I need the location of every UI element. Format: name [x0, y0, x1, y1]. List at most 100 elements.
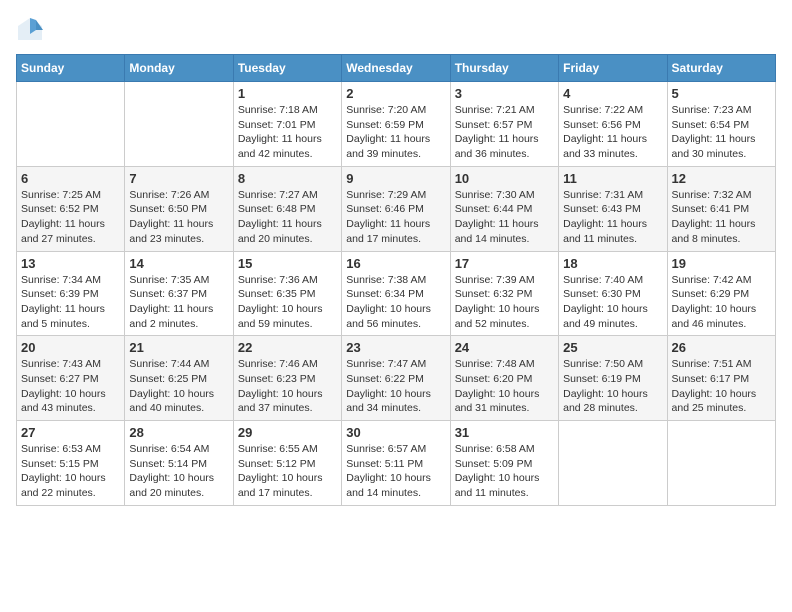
- calendar-cell: 28 Sunrise: 6:54 AM Sunset: 5:14 PM Dayli…: [125, 421, 233, 506]
- day-info: Sunrise: 7:50 AM Sunset: 6:19 PM Dayligh…: [563, 357, 662, 416]
- day-number: 22: [238, 340, 337, 355]
- day-number: 5: [672, 86, 771, 101]
- day-info: Sunrise: 7:26 AM Sunset: 6:50 PM Dayligh…: [129, 188, 228, 247]
- calendar-cell: 23Sunrise: 7:47 AM Sunset: 6:22 PM Dayli…: [342, 336, 450, 421]
- calendar-cell: 1 Sunrise: 7:18 AM Sunset: 7:01 PM Daylig…: [233, 82, 341, 167]
- day-info: Sunrise: 7:27 AM Sunset: 6:48 PM Dayligh…: [238, 188, 337, 247]
- day-number: 3: [455, 86, 554, 101]
- calendar-week-row: 13 Sunrise: 7:34 AM Sunset: 6:39 PM Dayli…: [17, 251, 776, 336]
- day-number: 20: [21, 340, 120, 355]
- day-number: 21: [129, 340, 228, 355]
- calendar-cell: 26Sunrise: 7:51 AM Sunset: 6:17 PM Dayli…: [667, 336, 775, 421]
- calendar-cell: 6 Sunrise: 7:25 AM Sunset: 6:52 PM Daylig…: [17, 166, 125, 251]
- weekday-header: Tuesday: [233, 55, 341, 82]
- calendar-cell: 5 Sunrise: 7:23 AM Sunset: 6:54 PM Daylig…: [667, 82, 775, 167]
- day-number: 17: [455, 256, 554, 271]
- day-number: 13: [21, 256, 120, 271]
- weekday-header: Thursday: [450, 55, 558, 82]
- weekday-header-row: SundayMondayTuesdayWednesdayThursdayFrid…: [17, 55, 776, 82]
- calendar-cell: 15 Sunrise: 7:36 AM Sunset: 6:35 PM Dayli…: [233, 251, 341, 336]
- calendar-cell: 17 Sunrise: 7:39 AM Sunset: 6:32 PM Dayli…: [450, 251, 558, 336]
- calendar-week-row: 27Sunrise: 6:53 AM Sunset: 5:15 PM Dayli…: [17, 421, 776, 506]
- day-number: 31: [455, 425, 554, 440]
- calendar-cell: [125, 82, 233, 167]
- day-number: 4: [563, 86, 662, 101]
- weekday-header: Wednesday: [342, 55, 450, 82]
- day-info: Sunrise: 7:23 AM Sunset: 6:54 PM Dayligh…: [672, 103, 771, 162]
- logo-icon: [16, 16, 44, 44]
- calendar-cell: 25 Sunrise: 7:50 AM Sunset: 6:19 PM Dayli…: [559, 336, 667, 421]
- day-number: 7: [129, 171, 228, 186]
- day-info: Sunrise: 7:34 AM Sunset: 6:39 PM Dayligh…: [21, 273, 120, 332]
- day-info: Sunrise: 7:35 AM Sunset: 6:37 PM Dayligh…: [129, 273, 228, 332]
- calendar-cell: 7 Sunrise: 7:26 AM Sunset: 6:50 PM Daylig…: [125, 166, 233, 251]
- day-info: Sunrise: 7:29 AM Sunset: 6:46 PM Dayligh…: [346, 188, 445, 247]
- calendar-cell: 14Sunrise: 7:35 AM Sunset: 6:37 PM Dayli…: [125, 251, 233, 336]
- day-number: 15: [238, 256, 337, 271]
- day-info: Sunrise: 7:20 AM Sunset: 6:59 PM Dayligh…: [346, 103, 445, 162]
- calendar-cell: 8 Sunrise: 7:27 AM Sunset: 6:48 PM Daylig…: [233, 166, 341, 251]
- page-header: [16, 16, 776, 44]
- day-number: 28: [129, 425, 228, 440]
- calendar-cell: 4Sunrise: 7:22 AM Sunset: 6:56 PM Daylig…: [559, 82, 667, 167]
- calendar-week-row: 6 Sunrise: 7:25 AM Sunset: 6:52 PM Daylig…: [17, 166, 776, 251]
- logo: [16, 16, 48, 44]
- day-info: Sunrise: 7:36 AM Sunset: 6:35 PM Dayligh…: [238, 273, 337, 332]
- day-info: Sunrise: 6:58 AM Sunset: 5:09 PM Dayligh…: [455, 442, 554, 501]
- day-info: Sunrise: 7:43 AM Sunset: 6:27 PM Dayligh…: [21, 357, 120, 416]
- day-number: 8: [238, 171, 337, 186]
- calendar-cell: 20 Sunrise: 7:43 AM Sunset: 6:27 PM Dayli…: [17, 336, 125, 421]
- calendar-cell: 24 Sunrise: 7:48 AM Sunset: 6:20 PM Dayli…: [450, 336, 558, 421]
- calendar-cell: 21 Sunrise: 7:44 AM Sunset: 6:25 PM Dayli…: [125, 336, 233, 421]
- calendar-body: 1 Sunrise: 7:18 AM Sunset: 7:01 PM Daylig…: [17, 82, 776, 506]
- day-info: Sunrise: 6:54 AM Sunset: 5:14 PM Dayligh…: [129, 442, 228, 501]
- day-info: Sunrise: 7:46 AM Sunset: 6:23 PM Dayligh…: [238, 357, 337, 416]
- day-info: Sunrise: 7:48 AM Sunset: 6:20 PM Dayligh…: [455, 357, 554, 416]
- day-number: 19: [672, 256, 771, 271]
- weekday-header: Monday: [125, 55, 233, 82]
- calendar-cell: 18 Sunrise: 7:40 AM Sunset: 6:30 PM Dayli…: [559, 251, 667, 336]
- day-number: 1: [238, 86, 337, 101]
- day-info: Sunrise: 7:25 AM Sunset: 6:52 PM Dayligh…: [21, 188, 120, 247]
- day-info: Sunrise: 7:51 AM Sunset: 6:17 PM Dayligh…: [672, 357, 771, 416]
- calendar-cell: 12 Sunrise: 7:32 AM Sunset: 6:41 PM Dayli…: [667, 166, 775, 251]
- calendar-cell: 13 Sunrise: 7:34 AM Sunset: 6:39 PM Dayli…: [17, 251, 125, 336]
- weekday-header: Friday: [559, 55, 667, 82]
- day-info: Sunrise: 6:57 AM Sunset: 5:11 PM Dayligh…: [346, 442, 445, 501]
- day-info: Sunrise: 7:31 AM Sunset: 6:43 PM Dayligh…: [563, 188, 662, 247]
- calendar-cell: 11 Sunrise: 7:31 AM Sunset: 6:43 PM Dayli…: [559, 166, 667, 251]
- day-number: 2: [346, 86, 445, 101]
- day-number: 12: [672, 171, 771, 186]
- day-number: 29: [238, 425, 337, 440]
- day-number: 6: [21, 171, 120, 186]
- day-info: Sunrise: 7:32 AM Sunset: 6:41 PM Dayligh…: [672, 188, 771, 247]
- calendar-cell: 3Sunrise: 7:21 AM Sunset: 6:57 PM Daylig…: [450, 82, 558, 167]
- day-info: Sunrise: 7:47 AM Sunset: 6:22 PM Dayligh…: [346, 357, 445, 416]
- calendar-cell: 19Sunrise: 7:42 AM Sunset: 6:29 PM Dayli…: [667, 251, 775, 336]
- calendar-cell: [667, 421, 775, 506]
- day-info: Sunrise: 7:39 AM Sunset: 6:32 PM Dayligh…: [455, 273, 554, 332]
- day-number: 11: [563, 171, 662, 186]
- day-info: Sunrise: 6:53 AM Sunset: 5:15 PM Dayligh…: [21, 442, 120, 501]
- calendar-cell: [17, 82, 125, 167]
- calendar-week-row: 20 Sunrise: 7:43 AM Sunset: 6:27 PM Dayli…: [17, 336, 776, 421]
- day-info: Sunrise: 7:44 AM Sunset: 6:25 PM Dayligh…: [129, 357, 228, 416]
- calendar-cell: 2 Sunrise: 7:20 AM Sunset: 6:59 PM Daylig…: [342, 82, 450, 167]
- day-number: 24: [455, 340, 554, 355]
- weekday-header: Saturday: [667, 55, 775, 82]
- day-number: 10: [455, 171, 554, 186]
- day-info: Sunrise: 7:30 AM Sunset: 6:44 PM Dayligh…: [455, 188, 554, 247]
- weekday-header: Sunday: [17, 55, 125, 82]
- day-number: 18: [563, 256, 662, 271]
- day-number: 16: [346, 256, 445, 271]
- day-info: Sunrise: 7:40 AM Sunset: 6:30 PM Dayligh…: [563, 273, 662, 332]
- calendar-cell: 16 Sunrise: 7:38 AM Sunset: 6:34 PM Dayli…: [342, 251, 450, 336]
- day-number: 25: [563, 340, 662, 355]
- day-info: Sunrise: 6:55 AM Sunset: 5:12 PM Dayligh…: [238, 442, 337, 501]
- calendar-cell: 31 Sunrise: 6:58 AM Sunset: 5:09 PM Dayli…: [450, 421, 558, 506]
- calendar-cell: [559, 421, 667, 506]
- day-info: Sunrise: 7:18 AM Sunset: 7:01 PM Dayligh…: [238, 103, 337, 162]
- calendar-week-row: 1 Sunrise: 7:18 AM Sunset: 7:01 PM Daylig…: [17, 82, 776, 167]
- day-info: Sunrise: 7:38 AM Sunset: 6:34 PM Dayligh…: [346, 273, 445, 332]
- calendar-table: SundayMondayTuesdayWednesdayThursdayFrid…: [16, 54, 776, 506]
